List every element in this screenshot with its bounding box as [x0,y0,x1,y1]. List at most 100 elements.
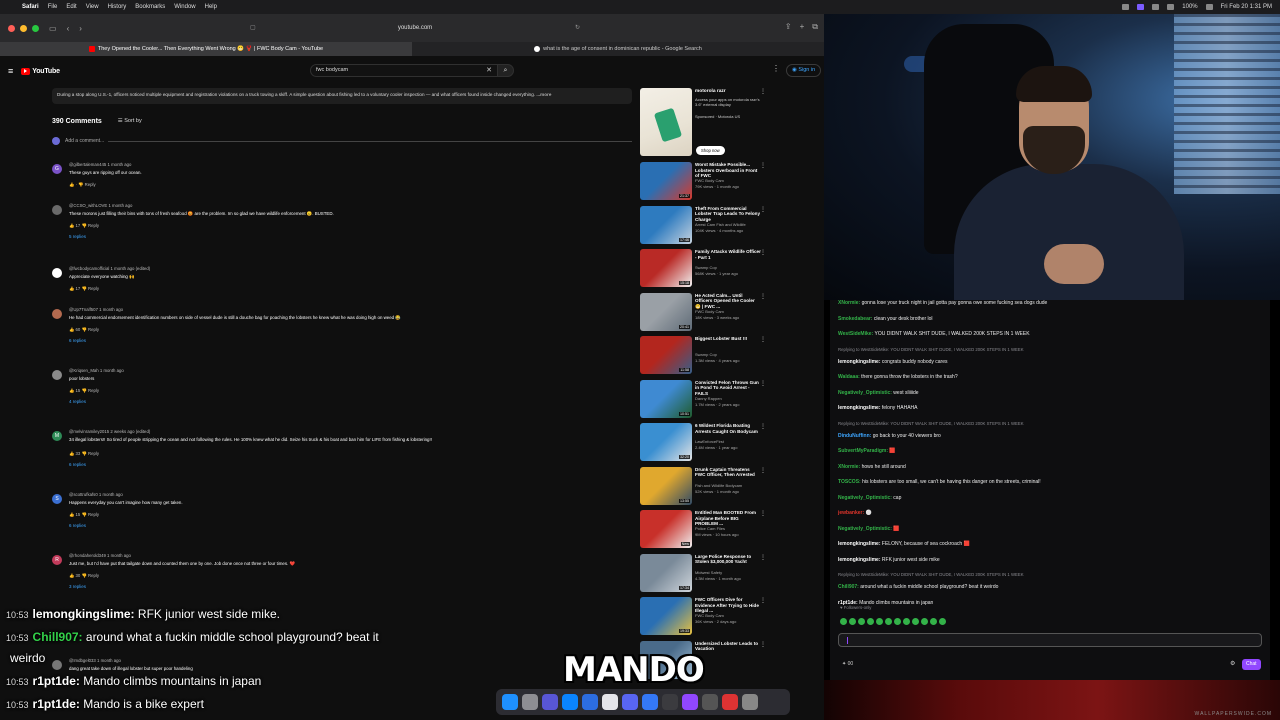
search-button[interactable]: ⌕ [498,64,514,77]
app-icon[interactable] [642,694,658,710]
close-window-button[interactable] [8,24,15,32]
avatar[interactable] [52,268,62,278]
battery-icon[interactable] [1205,4,1213,10]
chat-input[interactable] [838,633,1262,647]
add-comment-field[interactable]: Add a comment... [52,134,632,148]
notes-icon[interactable] [602,694,618,710]
channel-name[interactable]: Midwest Safety [695,570,722,575]
recommended-video[interactable]: 17:34 Large Police Response to Stolen $3,… [640,553,770,596]
video-title[interactable]: 6 Wildest Florida Boating Arrests Caught… [695,423,761,434]
emote-icon[interactable] [849,618,856,625]
video-title[interactable]: Large Police Response to Stolen $3,000,0… [695,554,761,565]
channel-name[interactable]: FWC Body Cam [695,613,724,618]
comment-actions[interactable]: 👍 15 👎 Reply [69,388,99,394]
emote-icon[interactable] [867,618,874,625]
chat-username[interactable]: TOSCOS: [838,479,861,485]
comment-meta[interactable]: @Up7Tnalf507 1 month ago [69,307,123,312]
shop-now-button[interactable]: Shop now [696,146,725,155]
video-menu-icon[interactable]: ⋮ [760,293,766,300]
description-more-link[interactable]: ...more [536,92,551,97]
emote-icon[interactable] [840,618,847,625]
video-title[interactable]: Worst Mistake Possible... Lobsters Overb… [695,162,761,179]
comment-meta[interactable]: @rhondaherold349 1 month ago [69,553,131,558]
video-menu-icon[interactable]: ⋮ [760,554,766,561]
channel-points[interactable]: ✦ 00 [842,661,853,667]
trash-icon[interactable] [742,694,758,710]
recommended-video[interactable]: 21:37 Worst Mistake Possible... Lobsters … [640,162,770,204]
comment-actions[interactable]: 👍 15 👎 Reply [69,512,99,518]
emote-icon[interactable] [876,618,883,625]
obs-icon[interactable] [662,694,678,710]
video-title[interactable]: FWC Officers Dive for Evidence After Try… [695,597,761,614]
channel-name[interactable]: Swamp Cop [695,265,717,270]
comment-actions[interactable]: 👍 30 👎 Reply [69,573,99,579]
address-bar[interactable]: ▢ youtube.com ↻ [250,21,580,35]
more-options-icon[interactable]: ⋮ [772,64,780,73]
video-thumbnail[interactable]: 11:58 [640,336,692,374]
menu-bookmarks[interactable]: Bookmarks [135,4,165,10]
chat-send-button[interactable]: Chat [1242,659,1261,670]
channel-name[interactable]: Police Cam Files [695,526,725,531]
comment-meta[interactable]: @Imdbgel033 1 month ago [69,658,121,663]
video-description[interactable]: During a stop along U.S.-1, officers not… [52,88,632,104]
clock[interactable]: Fri Feb 20 1:31 PM [1221,4,1272,10]
safari-icon[interactable] [582,694,598,710]
app-icon[interactable] [722,694,738,710]
recommended-video[interactable]: 20:41 He Acted Calm... Until Officers Ope… [640,292,770,335]
avatar[interactable]: M [52,431,62,441]
video-title[interactable]: Family Attacks Wildlife Officer - Part 1 [695,249,761,260]
video-menu-icon[interactable]: ⋮ [760,336,766,343]
emote-icon[interactable] [930,618,937,625]
comment-actions[interactable]: 👍 33 👎 Reply [69,451,99,457]
chat-username[interactable]: WestSideMike: [838,331,873,337]
chat-username[interactable]: XNormie: [838,300,860,306]
video-thumbnail[interactable]: 17:34 [640,553,692,592]
sign-in-button[interactable]: ◉ Sign in [786,64,822,77]
wifi-icon[interactable] [1167,4,1175,10]
video-title[interactable]: Entitled Man BOOTED From Airplane Before… [695,510,761,527]
chat-username[interactable]: Negatively_Optimistic: [838,526,892,532]
chat-username[interactable]: DinduNuffinn: [838,433,871,439]
video-menu-icon[interactable]: ⋮ [760,380,766,387]
new-tab-icon[interactable]: + [800,22,805,32]
privacy-icon[interactable]: ▢ [250,21,256,35]
avatar[interactable] [52,660,62,670]
twitch-status-icon[interactable] [1137,4,1145,10]
video-menu-icon[interactable]: ⋮ [760,206,766,213]
discord-icon[interactable] [622,694,638,710]
chat-username[interactable]: SubvertMyParadigm: [838,448,888,454]
avatar[interactable]: G [52,164,62,174]
menu-help[interactable]: Help [205,4,217,10]
chat-username[interactable]: Smokedabear: [838,316,872,322]
bluetooth-icon[interactable] [1152,4,1160,10]
replies-toggle[interactable]: 6 replies [69,338,86,343]
emote-icon[interactable] [903,618,910,625]
video-thumbnail[interactable]: New [640,510,692,548]
comment-actions[interactable]: 👍 ⋅ 👎 Reply [69,182,96,188]
video-title[interactable]: Undersized Lobster Leads to Vacation [695,641,761,652]
tab-youtube[interactable]: They Opened the Cooler... Then Everythin… [0,42,412,56]
replies-toggle[interactable]: 4 replies [69,399,86,404]
emote-icon[interactable] [858,618,865,625]
menu-edit[interactable]: Edit [66,4,76,10]
channel-name[interactable]: Fish and Wildlife Bodycam [695,483,742,488]
replies-toggle[interactable]: 6 replies [69,523,86,528]
tab-google[interactable]: what is the age of consent in dominican … [412,42,824,56]
menu-window[interactable]: Window [174,4,195,10]
avatar[interactable] [52,309,62,319]
video-menu-icon[interactable]: ⋮ [760,467,766,474]
back-icon[interactable]: ‹ [67,24,70,33]
video-title[interactable]: Biggest Lobster Bust !!! [695,336,761,342]
emote-icon[interactable] [885,618,892,625]
menu-history[interactable]: History [108,4,127,10]
emote-icon[interactable] [912,618,919,625]
video-menu-icon[interactable]: ⋮ [760,597,766,604]
comment-meta[interactable]: @fwcbodycamofficial 1 month ago (edited) [69,266,150,271]
video-thumbnail[interactable]: 19:33 [640,597,692,635]
channel-name[interactable]: Arrest Cam Fish and Wildlife [695,222,746,227]
comment-actions[interactable]: 👍 17 👎 Reply [69,223,99,229]
twitch-icon[interactable] [682,694,698,710]
status-icon[interactable] [1122,4,1130,10]
video-thumbnail[interactable]: 15:18 [640,249,692,287]
search-input[interactable]: fwc bodycam ✕ [310,64,498,77]
